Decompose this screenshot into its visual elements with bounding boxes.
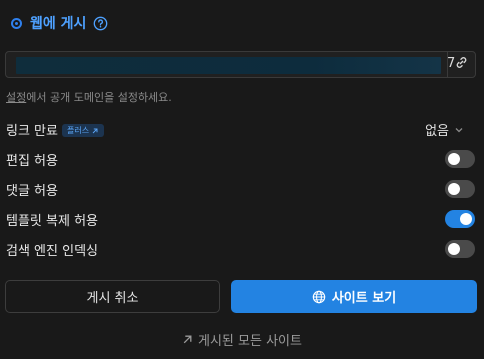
plus-badge[interactable]: 플러스 bbox=[61, 124, 105, 137]
allow-edit-toggle[interactable] bbox=[445, 150, 475, 168]
link-expiry-value: 없음 bbox=[425, 124, 449, 139]
domain-hint-text: 에서 공개 도메인을 설정하세요. bbox=[26, 91, 172, 104]
publish-radio[interactable] bbox=[11, 17, 22, 29]
search-indexing-toggle[interactable] bbox=[445, 240, 475, 258]
all-published-sites-label: 게시된 모든 사이트 bbox=[198, 334, 302, 349]
toggle-knob bbox=[460, 213, 472, 225]
toggle-knob bbox=[448, 243, 460, 255]
settings-link[interactable]: 설정 bbox=[6, 91, 26, 104]
allow-duplicate-template-toggle[interactable] bbox=[445, 210, 475, 228]
toggle-knob bbox=[448, 183, 460, 195]
arrow-up-right-icon bbox=[92, 128, 98, 133]
domain-hint: 설정에서 공개 도메인을 설정하세요. bbox=[6, 89, 172, 105]
globe-icon bbox=[312, 290, 326, 303]
unpublish-button[interactable]: 게시 취소 bbox=[5, 280, 220, 313]
site-url-field[interactable]: 7 bbox=[5, 51, 476, 78]
search-indexing-label: 검색 엔진 인덱싱 bbox=[6, 244, 98, 259]
unpublish-button-label: 게시 취소 bbox=[86, 291, 139, 306]
allow-comments-label: 댓글 허용 bbox=[6, 184, 58, 199]
plus-badge-label: 플러스 bbox=[66, 126, 90, 135]
publish-title: 웹에 게시 bbox=[30, 16, 87, 32]
view-site-button[interactable]: 사이트 보기 bbox=[231, 280, 477, 313]
view-site-button-label: 사이트 보기 bbox=[331, 291, 397, 306]
chevron-down-icon bbox=[455, 127, 463, 132]
copy-link-button[interactable] bbox=[447, 52, 475, 77]
allow-edit-label: 편집 허용 bbox=[6, 154, 58, 169]
link-expiry-row: 링크 만료 플러스 bbox=[6, 120, 105, 139]
site-url-redacted bbox=[16, 57, 441, 74]
arrow-up-right-icon bbox=[183, 335, 192, 344]
toggle-knob bbox=[448, 153, 460, 165]
help-circle-icon[interactable] bbox=[92, 15, 108, 31]
allow-duplicate-template-label: 템플릿 복제 허용 bbox=[6, 214, 98, 229]
link-expiry-label: 링크 만료 bbox=[6, 124, 58, 139]
allow-comments-toggle[interactable] bbox=[445, 180, 475, 198]
all-published-sites-link[interactable]: 게시된 모든 사이트 bbox=[0, 330, 484, 349]
link-icon bbox=[454, 55, 469, 74]
publish-header: 웹에 게시 bbox=[11, 12, 108, 34]
link-expiry-select[interactable]: 없음 bbox=[425, 120, 464, 139]
